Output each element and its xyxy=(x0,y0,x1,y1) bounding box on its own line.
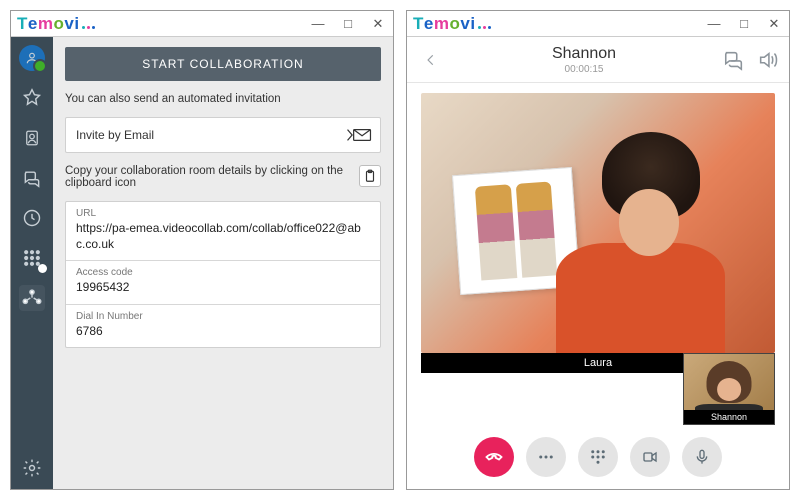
app-logo: T e m o vi xyxy=(17,14,95,34)
video-area: Laura Shannon xyxy=(421,93,775,373)
access-code-row: Access code 19965432 xyxy=(66,261,380,305)
app-logo: T e m o vi xyxy=(413,14,491,34)
toggle-mic-button[interactable] xyxy=(682,437,722,477)
invite-hint-text: You can also send an automated invitatio… xyxy=(65,93,381,105)
dial-in-row: Dial In Number 6786 xyxy=(66,305,380,348)
copy-hint-text: Copy your collaboration room details by … xyxy=(65,165,349,189)
remote-person-illustration xyxy=(513,132,725,353)
call-window: T e m o vi — □ ✕ Shannon 00:00:15 xyxy=(406,10,790,490)
call-controls xyxy=(407,425,789,489)
titlebar: T e m o vi — □ ✕ xyxy=(407,11,789,37)
start-collaboration-button[interactable]: START COLLABORATION xyxy=(65,47,381,81)
sidebar-item-settings[interactable] xyxy=(19,455,45,481)
star-icon xyxy=(22,88,42,108)
copy-to-clipboard-button[interactable] xyxy=(359,165,381,187)
chat-bubbles-icon xyxy=(722,49,746,71)
main-video-feed[interactable] xyxy=(421,93,775,353)
microphone-icon xyxy=(694,447,710,467)
clipboard-icon xyxy=(363,168,377,184)
more-options-button[interactable] xyxy=(526,437,566,477)
access-code-value[interactable]: 19965432 xyxy=(76,280,370,296)
window-maximize-button[interactable]: □ xyxy=(333,11,363,37)
sidebar-item-collaboration[interactable] xyxy=(19,285,45,311)
back-button[interactable] xyxy=(415,50,447,70)
call-duration: 00:00:15 xyxy=(447,64,721,75)
notification-dot-icon xyxy=(38,264,47,273)
sidebar-item-chats[interactable] xyxy=(19,165,45,191)
room-details-block: URL https://pa-emea.videocollab.com/coll… xyxy=(65,201,381,348)
dialpad-button[interactable] xyxy=(578,437,618,477)
sidebar-item-dialpad[interactable] xyxy=(19,245,45,271)
window-minimize-button[interactable]: — xyxy=(303,11,333,37)
self-video-pip[interactable]: Shannon xyxy=(683,353,775,425)
pip-person-illustration xyxy=(707,361,752,403)
user-avatar-icon xyxy=(19,45,45,71)
window-minimize-button[interactable]: — xyxy=(699,11,729,37)
url-row: URL https://pa-emea.videocollab.com/coll… xyxy=(66,202,380,261)
collaboration-window: T e m o vi — □ ✕ xyxy=(10,10,394,490)
sidebar-item-history[interactable] xyxy=(19,205,45,231)
invite-by-email-label: Invite by Email xyxy=(76,128,154,142)
sidebar-item-contacts[interactable] xyxy=(19,125,45,151)
call-header: Shannon 00:00:15 xyxy=(407,37,789,83)
dial-in-label: Dial In Number xyxy=(76,311,370,322)
window-close-button[interactable]: ✕ xyxy=(363,11,393,37)
nav-sidebar xyxy=(11,37,53,489)
speaker-button[interactable] xyxy=(755,47,781,73)
access-code-label: Access code xyxy=(76,267,370,278)
call-remote-name: Shannon xyxy=(447,45,721,63)
titlebar: T e m o vi — □ ✕ xyxy=(11,11,393,37)
dialpad-icon xyxy=(589,448,607,466)
pip-caption: Shannon xyxy=(684,410,774,424)
sidebar-item-favorites[interactable] xyxy=(19,85,45,111)
more-horizontal-icon xyxy=(537,448,555,466)
hangup-button[interactable] xyxy=(474,437,514,477)
collaboration-icon xyxy=(21,288,43,308)
invite-by-email-field[interactable]: Invite by Email xyxy=(65,117,381,153)
gear-icon xyxy=(22,458,42,478)
copy-details-row: Copy your collaboration room details by … xyxy=(65,165,381,189)
window-maximize-button[interactable]: □ xyxy=(729,11,759,37)
phone-hangup-icon xyxy=(484,447,504,467)
url-label: URL xyxy=(76,208,370,219)
open-chat-button[interactable] xyxy=(721,47,747,73)
video-camera-icon xyxy=(640,449,660,465)
chat-bubbles-icon xyxy=(22,168,42,188)
collaboration-panel: START COLLABORATION You can also send an… xyxy=(53,37,393,489)
toggle-video-button[interactable] xyxy=(630,437,670,477)
clock-icon xyxy=(22,208,42,228)
url-value[interactable]: https://pa-emea.videocollab.com/collab/o… xyxy=(76,221,370,252)
dial-in-value[interactable]: 6786 xyxy=(76,324,370,340)
window-close-button[interactable]: ✕ xyxy=(759,11,789,37)
speaker-icon xyxy=(756,49,780,71)
chevron-left-icon xyxy=(424,50,438,70)
sidebar-item-avatar[interactable] xyxy=(19,45,45,71)
send-email-icon[interactable] xyxy=(346,127,372,143)
contact-card-icon xyxy=(23,128,41,148)
